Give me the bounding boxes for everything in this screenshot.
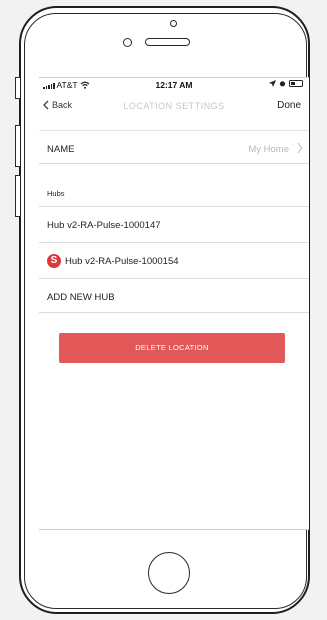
proximity-sensor — [123, 38, 132, 47]
alarm-icon — [279, 81, 286, 87]
earpiece-speaker — [145, 38, 190, 46]
add-new-hub-label: ADD NEW HUB — [47, 292, 115, 303]
front-camera — [170, 20, 177, 27]
hubs-section-header: Hubs — [39, 164, 309, 207]
name-row[interactable]: NAME My Home — [39, 130, 309, 164]
hub-label: Hub v2-RA-Pulse-1000154 — [65, 256, 179, 267]
name-label: NAME — [47, 144, 75, 155]
volume-up-button — [15, 125, 20, 167]
volume-down-button — [15, 175, 20, 217]
battery-icon — [289, 80, 303, 87]
mute-switch — [15, 77, 20, 99]
home-button[interactable] — [148, 552, 190, 594]
app-screen: AT&T 12:17 AM Back LOCATION SETTINGS Don… — [39, 77, 309, 530]
done-button[interactable]: Done — [277, 100, 301, 111]
hubs-header-label: Hubs — [47, 189, 65, 198]
hub-brand-icon: S — [47, 254, 61, 268]
chevron-right-icon — [297, 142, 303, 154]
page-title: LOCATION SETTINGS — [123, 101, 225, 111]
delete-location-button[interactable]: DELETE LOCATION — [59, 333, 285, 363]
hub-list-item[interactable]: S Hub v2-RA-Pulse-1000154 — [39, 243, 309, 279]
nav-bar: Back LOCATION SETTINGS Done — [39, 94, 309, 120]
name-value: My Home — [248, 144, 289, 155]
hub-list-item[interactable]: Hub v2-RA-Pulse-1000147 — [39, 207, 309, 243]
location-arrow-icon — [269, 80, 276, 87]
status-bar: AT&T 12:17 AM — [39, 78, 309, 94]
hub-label: Hub v2-RA-Pulse-1000147 — [47, 220, 161, 231]
add-new-hub-row[interactable]: ADD NEW HUB — [39, 279, 309, 313]
status-right-icons — [269, 80, 303, 87]
